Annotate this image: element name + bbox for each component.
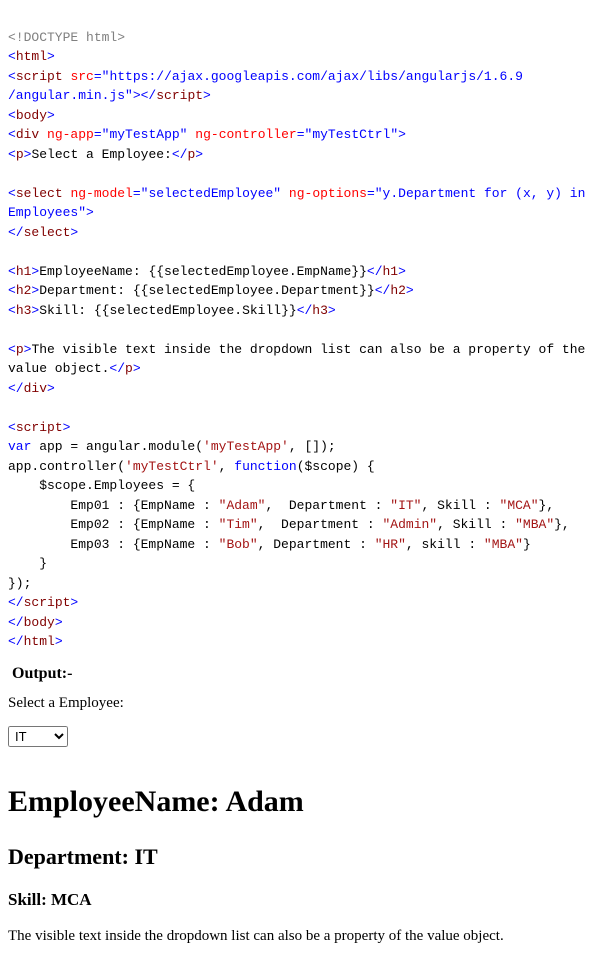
doctype: <!DOCTYPE html> (8, 30, 125, 45)
output-h1: EmployeeName: Adam (8, 779, 594, 824)
employee-select[interactable]: IT (8, 726, 68, 747)
output-label: Output:- (12, 662, 594, 686)
output-desc: The visible text inside the dropdown lis… (8, 925, 594, 948)
output-h2: Department: IT (8, 840, 594, 873)
output-section: Output:- Select a Employee: IT EmployeeN… (8, 662, 594, 948)
code-block: <!DOCTYPE html> <html> <script src="http… (8, 8, 594, 652)
output-h3: Skill: MCA (8, 887, 594, 913)
select-prompt: Select a Employee: (8, 692, 594, 715)
